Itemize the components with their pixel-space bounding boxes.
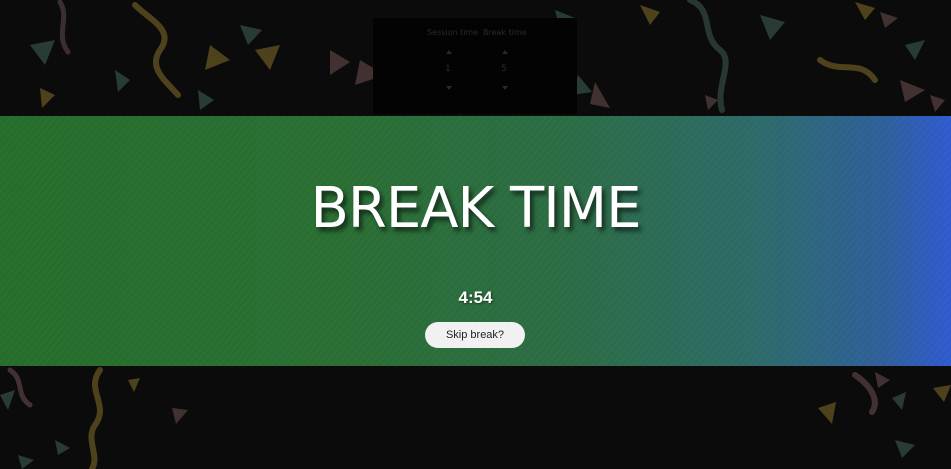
- break-banner: BREAK TIME 4:54 Skip break?: [0, 116, 951, 366]
- break-countdown: 4:54: [458, 288, 493, 307]
- skip-break-button[interactable]: Skip break?: [425, 322, 525, 348]
- break-title: BREAK TIME: [310, 176, 642, 241]
